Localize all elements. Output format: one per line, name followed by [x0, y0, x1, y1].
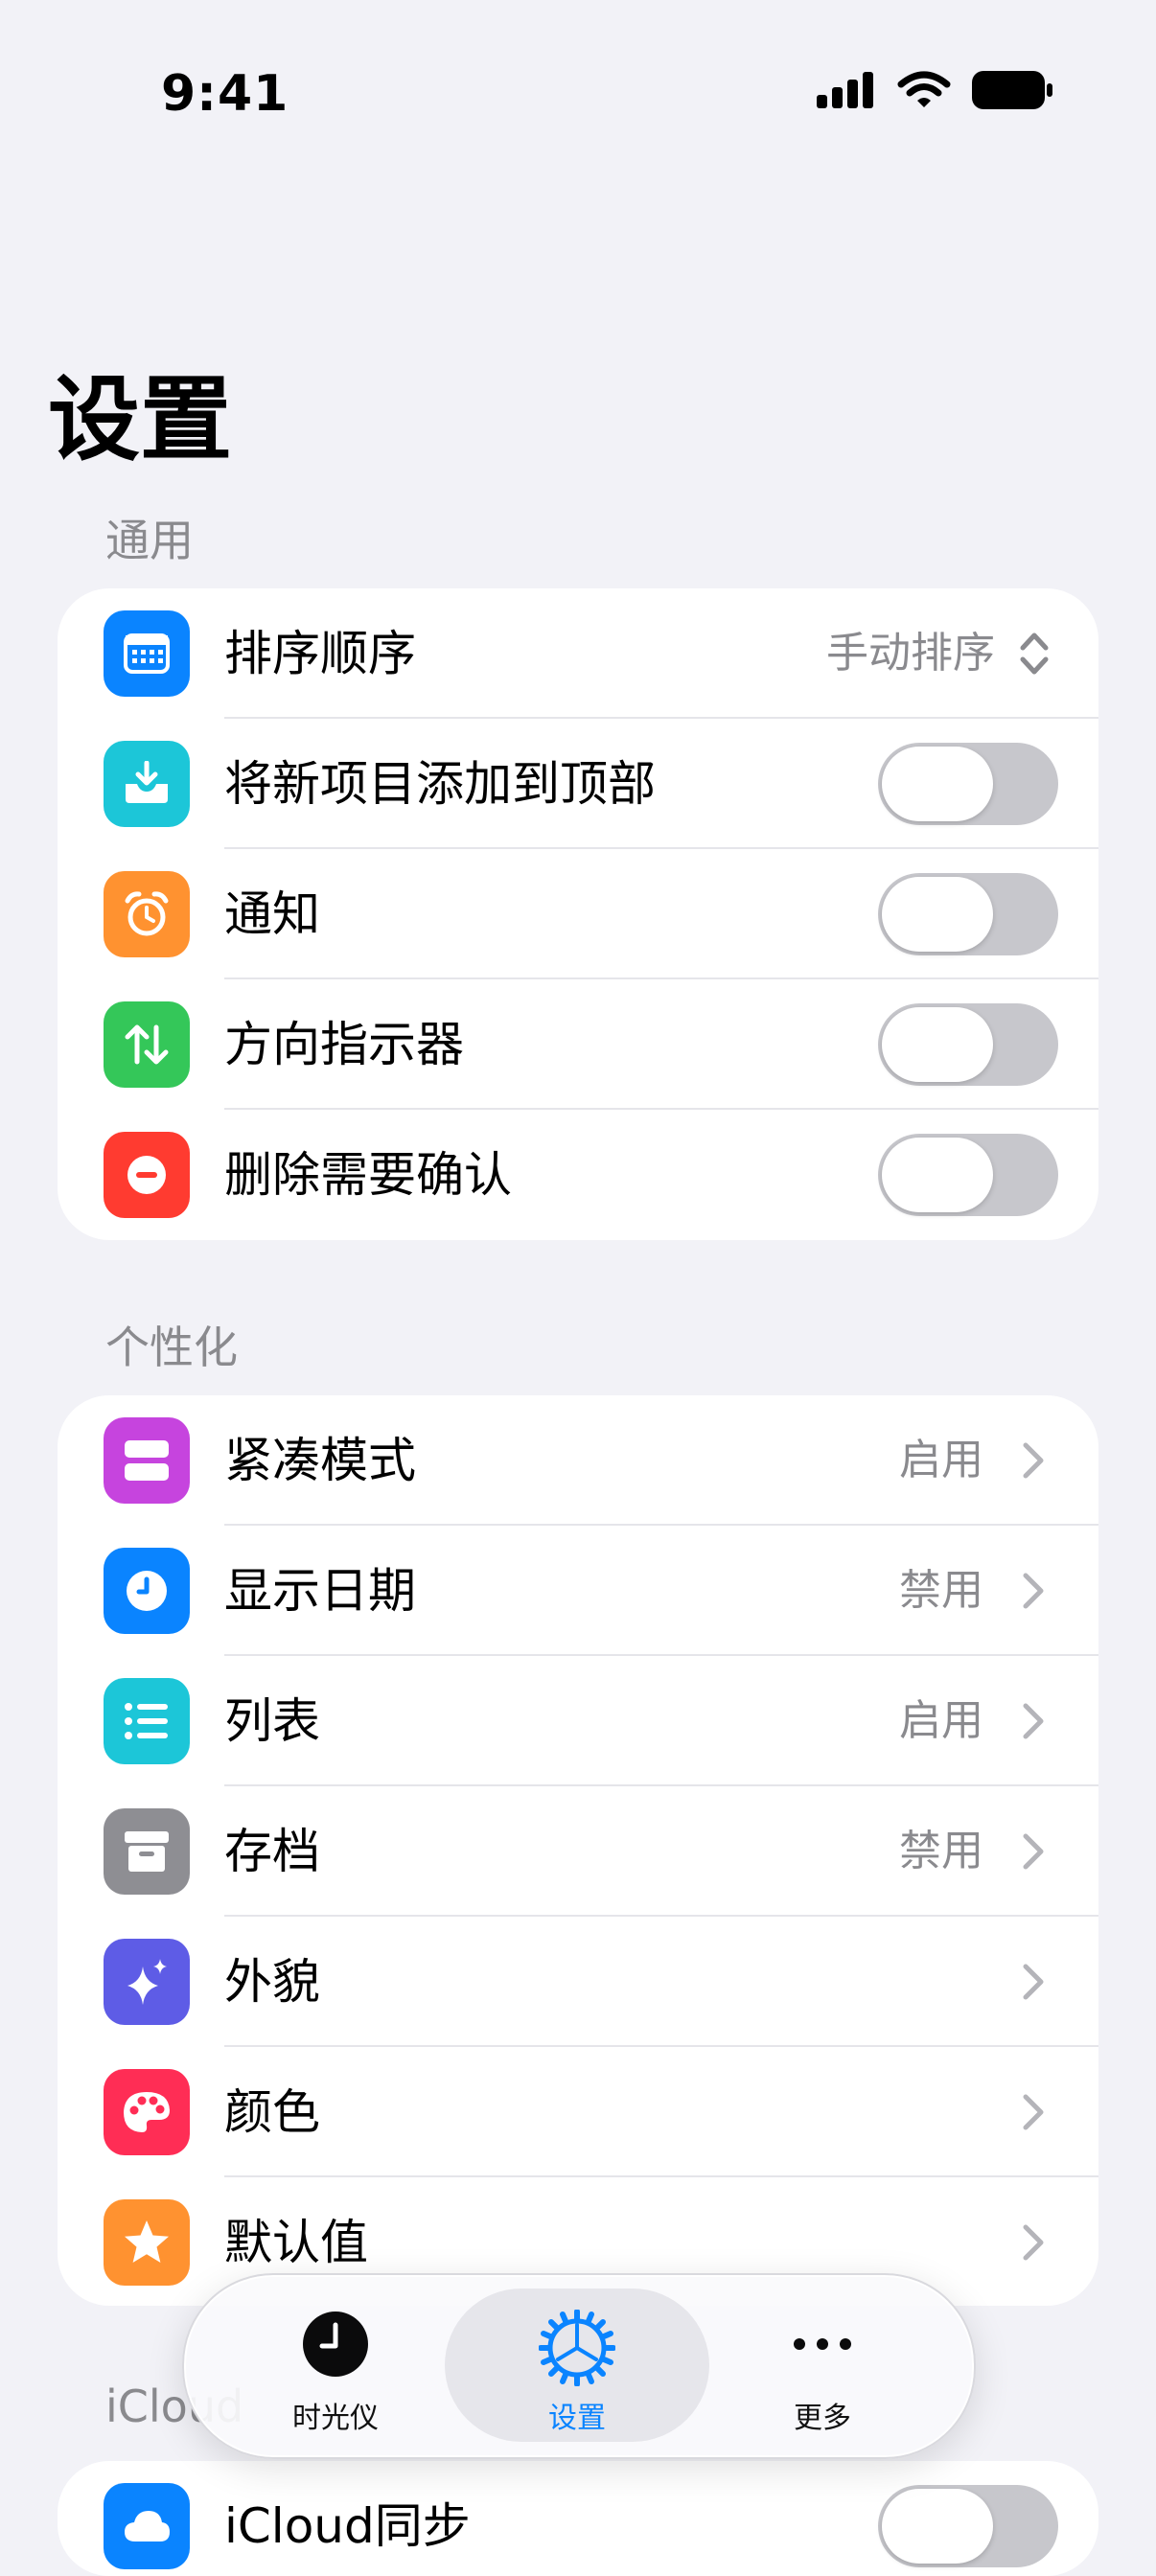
sparkles-icon [104, 1939, 190, 2025]
compact-mode-value: 启用 [899, 1436, 983, 1484]
color-label: 颜色 [224, 2084, 320, 2140]
icloud-sync-toggle[interactable] [878, 2485, 1058, 2567]
icloud-icon [104, 2483, 190, 2569]
row-add-to-top: 将新项目添加到顶部 [58, 719, 1098, 849]
minus-circle-icon [104, 1132, 190, 1218]
palette-icon [104, 2069, 190, 2155]
row-list[interactable]: 列表 启用 [58, 1656, 1098, 1786]
notifications-label: 通知 [224, 886, 320, 942]
clock-icon [104, 1548, 190, 1634]
chevron-right-icon [1023, 1833, 1044, 1870]
delete-confirm-toggle[interactable] [878, 1134, 1058, 1216]
chevron-right-icon [1023, 1964, 1044, 2000]
row-archive[interactable]: 存档 禁用 [58, 1786, 1098, 1917]
tab-label: 时光仪 [292, 2402, 379, 2435]
sort-order-label: 排序顺序 [224, 626, 416, 681]
row-direction-indicator: 方向指示器 [58, 979, 1098, 1110]
gear-icon [539, 2310, 615, 2386]
chevron-right-icon [1023, 2094, 1044, 2130]
general-card: 排序顺序 手动排序 将新项目添加到顶部 通知 方向指示器 删除需要确认 [58, 588, 1098, 1240]
star-icon [104, 2199, 190, 2286]
section-header-general: 通用 [105, 515, 194, 566]
archive-value: 禁用 [899, 1827, 983, 1875]
notifications-toggle[interactable] [878, 873, 1058, 955]
row-color[interactable]: 颜色 [58, 2047, 1098, 2177]
chevron-up-down-icon [1020, 632, 1049, 675]
calendar-icon [104, 610, 190, 697]
icloud-sync-label: iCloud同步 [224, 2498, 471, 2554]
compact-mode-label: 紧凑模式 [224, 1433, 416, 1488]
direction-indicator-label: 方向指示器 [224, 1017, 464, 1072]
battery-icon [972, 71, 1052, 109]
row-appearance[interactable]: 外貌 [58, 1917, 1098, 2047]
personalization-card: 紧凑模式 启用 显示日期 禁用 列表 启用 存档 禁用 外貌 颜色 默认值 [58, 1395, 1098, 2306]
chevron-right-icon [1023, 1703, 1044, 1739]
toggle-knob [882, 2489, 993, 2564]
show-date-value: 禁用 [899, 1566, 983, 1615]
row-show-date[interactable]: 显示日期 禁用 [58, 1526, 1098, 1656]
tab-label: 更多 [794, 2402, 851, 2435]
toggle-knob [882, 747, 993, 821]
sort-order-value: 手动排序 [826, 629, 995, 678]
chevron-right-icon [1023, 1573, 1044, 1609]
archive-label: 存档 [224, 1824, 320, 1879]
status-bar: 9:41 [0, 0, 1156, 182]
chevron-right-icon [1023, 2224, 1044, 2261]
delete-confirm-label: 删除需要确认 [224, 1147, 512, 1203]
toggle-knob [882, 1007, 993, 1082]
clock-icon [303, 2312, 368, 2377]
tab-bar: 时光仪 设置 更多 [182, 2273, 976, 2459]
list-value: 启用 [899, 1696, 983, 1745]
status-time: 9:41 [161, 65, 289, 123]
alarm-clock-icon [104, 871, 190, 957]
list-label: 列表 [224, 1693, 320, 1749]
tab-label: 设置 [548, 2402, 606, 2435]
archive-box-icon [104, 1808, 190, 1895]
ellipsis-icon [794, 2338, 851, 2350]
row-icloud-sync: iCloud同步 [58, 2461, 1098, 2576]
show-date-label: 显示日期 [224, 1563, 416, 1619]
toggle-knob [882, 1138, 993, 1212]
list-bullet-icon [104, 1678, 190, 1764]
row-delete-confirm: 删除需要确认 [58, 1110, 1098, 1240]
compact-rows-icon [104, 1417, 190, 1504]
add-to-top-label: 将新项目添加到顶部 [224, 756, 656, 812]
tray-download-icon [104, 741, 190, 827]
section-header-personalization: 个性化 [105, 1322, 238, 1373]
tab-more[interactable]: 更多 [690, 2288, 955, 2442]
tab-settings[interactable]: 设置 [445, 2288, 709, 2442]
tab-time-machine[interactable]: 时光仪 [203, 2288, 468, 2442]
icloud-card: iCloud同步 [58, 2461, 1098, 2576]
wifi-icon [897, 71, 951, 107]
arrow-up-down-icon [104, 1001, 190, 1088]
cellular-signal-icon [817, 72, 873, 108]
row-notifications: 通知 [58, 849, 1098, 979]
direction-indicator-toggle[interactable] [878, 1003, 1058, 1086]
appearance-label: 外貌 [224, 1954, 320, 2010]
row-sort-order[interactable]: 排序顺序 手动排序 [58, 588, 1098, 719]
add-to-top-toggle[interactable] [878, 743, 1058, 825]
row-compact-mode[interactable]: 紧凑模式 启用 [58, 1395, 1098, 1526]
chevron-right-icon [1023, 1442, 1044, 1479]
toggle-knob [882, 877, 993, 952]
status-icons [817, 71, 1052, 109]
page-title: 设置 [48, 366, 232, 473]
